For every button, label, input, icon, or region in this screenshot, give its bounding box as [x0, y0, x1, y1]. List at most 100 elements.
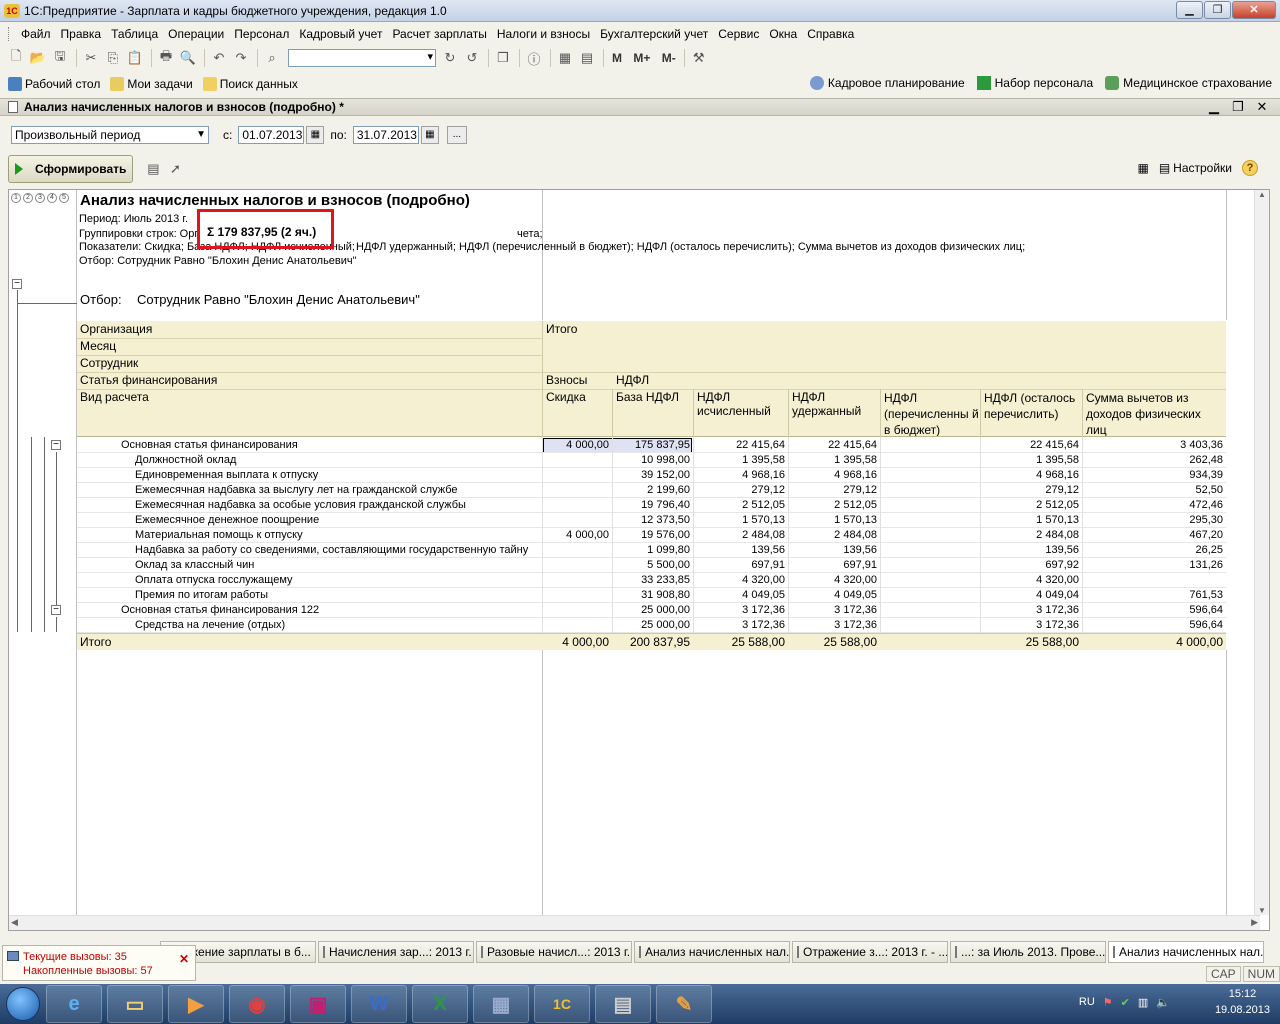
scroll-up-icon[interactable]: ▲ — [1255, 190, 1269, 199]
print-preview-icon[interactable]: 🔍 — [178, 48, 198, 68]
calculator-icon[interactable]: ▦ — [555, 48, 575, 68]
close-icon[interactable]: ✕ — [179, 952, 189, 966]
open-folder-icon[interactable]: 📂 — [28, 48, 48, 68]
floppy-icon[interactable]: ▣ — [290, 985, 346, 1023]
level-2-button[interactable]: 2 — [23, 193, 33, 203]
excel-icon[interactable]: X — [412, 985, 468, 1023]
tab-window[interactable]: Начисления зар...: 2013 г. — [318, 941, 474, 963]
level-5-button[interactable]: 5 — [59, 193, 69, 203]
menu-service[interactable]: Сервис — [713, 27, 764, 41]
tools-icon[interactable]: ⚒ — [689, 48, 709, 68]
scroll-down-icon[interactable]: ▼ — [1255, 906, 1269, 915]
settings-button[interactable]: Настройки — [1173, 161, 1232, 175]
table-row[interactable]: Основная статья финансирования 122 25 000… — [77, 603, 1226, 618]
period-type-select[interactable]: Произвольный период ▼ — [11, 126, 209, 144]
windows-icon[interactable]: ❐ — [493, 48, 513, 68]
memory-m-button[interactable]: M — [612, 51, 622, 65]
tab-window[interactable]: Разовые начисл...: 2013 г. — [476, 941, 632, 963]
tab-window[interactable]: Отражение з...: 2013 г. - ... — [792, 941, 948, 963]
group-collapse-button[interactable]: − — [51, 605, 61, 615]
level-4-button[interactable]: 4 — [47, 193, 57, 203]
paste-icon[interactable]: 📋 — [125, 48, 145, 68]
menu-hr[interactable]: Кадровый учет — [294, 27, 387, 41]
from-calendar-icon[interactable]: ▦ — [306, 126, 325, 144]
period-select-button[interactable]: ... — [446, 126, 467, 144]
search-icon[interactable]: ⌕ — [262, 48, 282, 68]
find-prev-icon[interactable]: ↺ — [462, 48, 482, 68]
to-calendar-icon[interactable]: ▦ — [420, 126, 439, 144]
scroll-right-icon[interactable]: ▶ — [1251, 917, 1258, 928]
menu-edit[interactable]: Правка — [56, 27, 107, 41]
network-tray-icon[interactable]: ▥ — [1138, 996, 1148, 1009]
speaker-icon[interactable]: 🔈 — [1156, 996, 1170, 1009]
tab-window[interactable]: Анализ начисленных нал... — [634, 941, 790, 963]
menu-personnel[interactable]: Персонал — [229, 27, 294, 41]
network-icon[interactable]: ▦ — [473, 985, 529, 1023]
menu-table[interactable]: Таблица — [106, 27, 163, 41]
table-row[interactable]: Ежемесячное денежное поощрение 12 373,50 1… — [77, 513, 1226, 528]
memory-mminus-button[interactable]: M- — [662, 51, 676, 65]
security-icon[interactable]: ✔ — [1121, 996, 1130, 1009]
cut-icon[interactable]: ✂ — [81, 48, 101, 68]
nav-search-data[interactable]: Поиск данных — [202, 77, 298, 91]
menu-payroll[interactable]: Расчет зарплаты — [387, 27, 491, 41]
level-1-button[interactable]: 1 — [11, 193, 21, 203]
horizontal-scrollbar[interactable]: ◀ ▶ — [9, 915, 1260, 930]
nav-medical[interactable]: Медицинское страхование — [1105, 76, 1272, 90]
word-icon[interactable]: W — [351, 985, 407, 1023]
paint-icon[interactable]: ✎ — [656, 985, 712, 1023]
tab-window[interactable]: ...: за Июль 2013. Прове... — [950, 941, 1106, 963]
vertical-scrollbar[interactable]: ▲ ▼ — [1254, 190, 1269, 915]
find-next-icon[interactable]: ↻ — [440, 48, 460, 68]
menu-help[interactable]: Справка — [802, 27, 859, 41]
scroll-left-icon[interactable]: ◀ — [11, 917, 18, 928]
doc-restore-button[interactable]: ❐ — [1226, 99, 1250, 115]
table-row[interactable]: Материальная помощь к отпуску 4 000,00 19 … — [77, 528, 1226, 543]
table-view-icon[interactable]: ▦ — [1137, 161, 1148, 175]
flag-icon[interactable]: ⚑ — [1103, 996, 1113, 1009]
from-date-input[interactable]: 01.07.2013 — [238, 126, 305, 144]
media-player-icon[interactable]: ▶ — [168, 985, 224, 1023]
nav-desktop[interactable]: Рабочий стол — [8, 77, 100, 91]
start-button[interactable] — [0, 984, 46, 1024]
table-row[interactable]: Оплата отпуска госслужащему 33 233,85 4 32… — [77, 573, 1226, 588]
redo-icon[interactable]: ↷ — [231, 48, 251, 68]
group-collapse-button[interactable]: − — [51, 440, 61, 450]
help-icon[interactable]: ? — [1242, 160, 1258, 176]
table-row[interactable]: Единовременная выплата к отпуску 39 152,0… — [77, 468, 1226, 483]
memory-mplus-button[interactable]: M+ — [633, 51, 650, 65]
doc-close-button[interactable]: ✕ — [1250, 99, 1274, 115]
table-row[interactable]: Основная статья финансирования 4 000,00 17… — [77, 438, 1226, 453]
save-icon[interactable]: 🖫 — [50, 48, 70, 68]
menu-operations[interactable]: Операции — [163, 27, 229, 41]
search-combo[interactable] — [288, 49, 436, 67]
language-indicator[interactable]: RU — [1079, 996, 1095, 1009]
table-row[interactable]: Надбавка за работу со сведениями, состав… — [77, 543, 1226, 558]
nav-tasks[interactable]: Мои задачи — [110, 77, 193, 91]
report-options-icon[interactable]: ▤ — [143, 159, 163, 179]
menu-file[interactable]: Файл — [16, 27, 56, 41]
doc-minimize-button[interactable]: ▁ — [1202, 99, 1226, 115]
maximize-button[interactable]: ❐ — [1204, 1, 1231, 19]
chrome-icon[interactable]: ◉ — [229, 985, 285, 1023]
calculator-app-icon[interactable]: ▤ — [595, 985, 651, 1023]
table-row[interactable]: Должностной оклад 10 998,00 1 395,58 1 395,… — [77, 453, 1226, 468]
clock[interactable]: 15:12 19.08.2013 — [1215, 986, 1270, 1018]
nav-hr-planning[interactable]: Кадровое планирование — [809, 76, 965, 90]
menu-accounting[interactable]: Бухгалтерский учет — [595, 27, 713, 41]
table-row[interactable]: Ежемесячная надбавка за выслугу лет на г… — [77, 483, 1226, 498]
undo-icon[interactable]: ↶ — [209, 48, 229, 68]
print-icon[interactable]: 🖶 — [156, 48, 176, 68]
explorer-icon[interactable]: ▭ — [107, 985, 163, 1023]
calendar-icon[interactable]: ▤ — [577, 48, 597, 68]
ie-icon[interactable]: e — [46, 985, 102, 1023]
table-row[interactable]: Премия по итогам работы 31 908,80 4 049,05… — [77, 588, 1226, 603]
arrow-up-icon[interactable]: ➚ — [165, 159, 185, 179]
minimize-button[interactable]: ▁ — [1176, 1, 1203, 19]
new-document-icon[interactable]: 🗋 — [6, 48, 26, 68]
tab-window-active[interactable]: Анализ начисленных нал... — [1108, 941, 1264, 963]
copy-icon[interactable]: ⎘ — [103, 48, 123, 68]
to-date-input[interactable]: 31.07.2013 — [352, 126, 419, 144]
level-3-button[interactable]: 3 — [35, 193, 45, 203]
menu-taxes[interactable]: Налоги и взносы — [492, 27, 595, 41]
